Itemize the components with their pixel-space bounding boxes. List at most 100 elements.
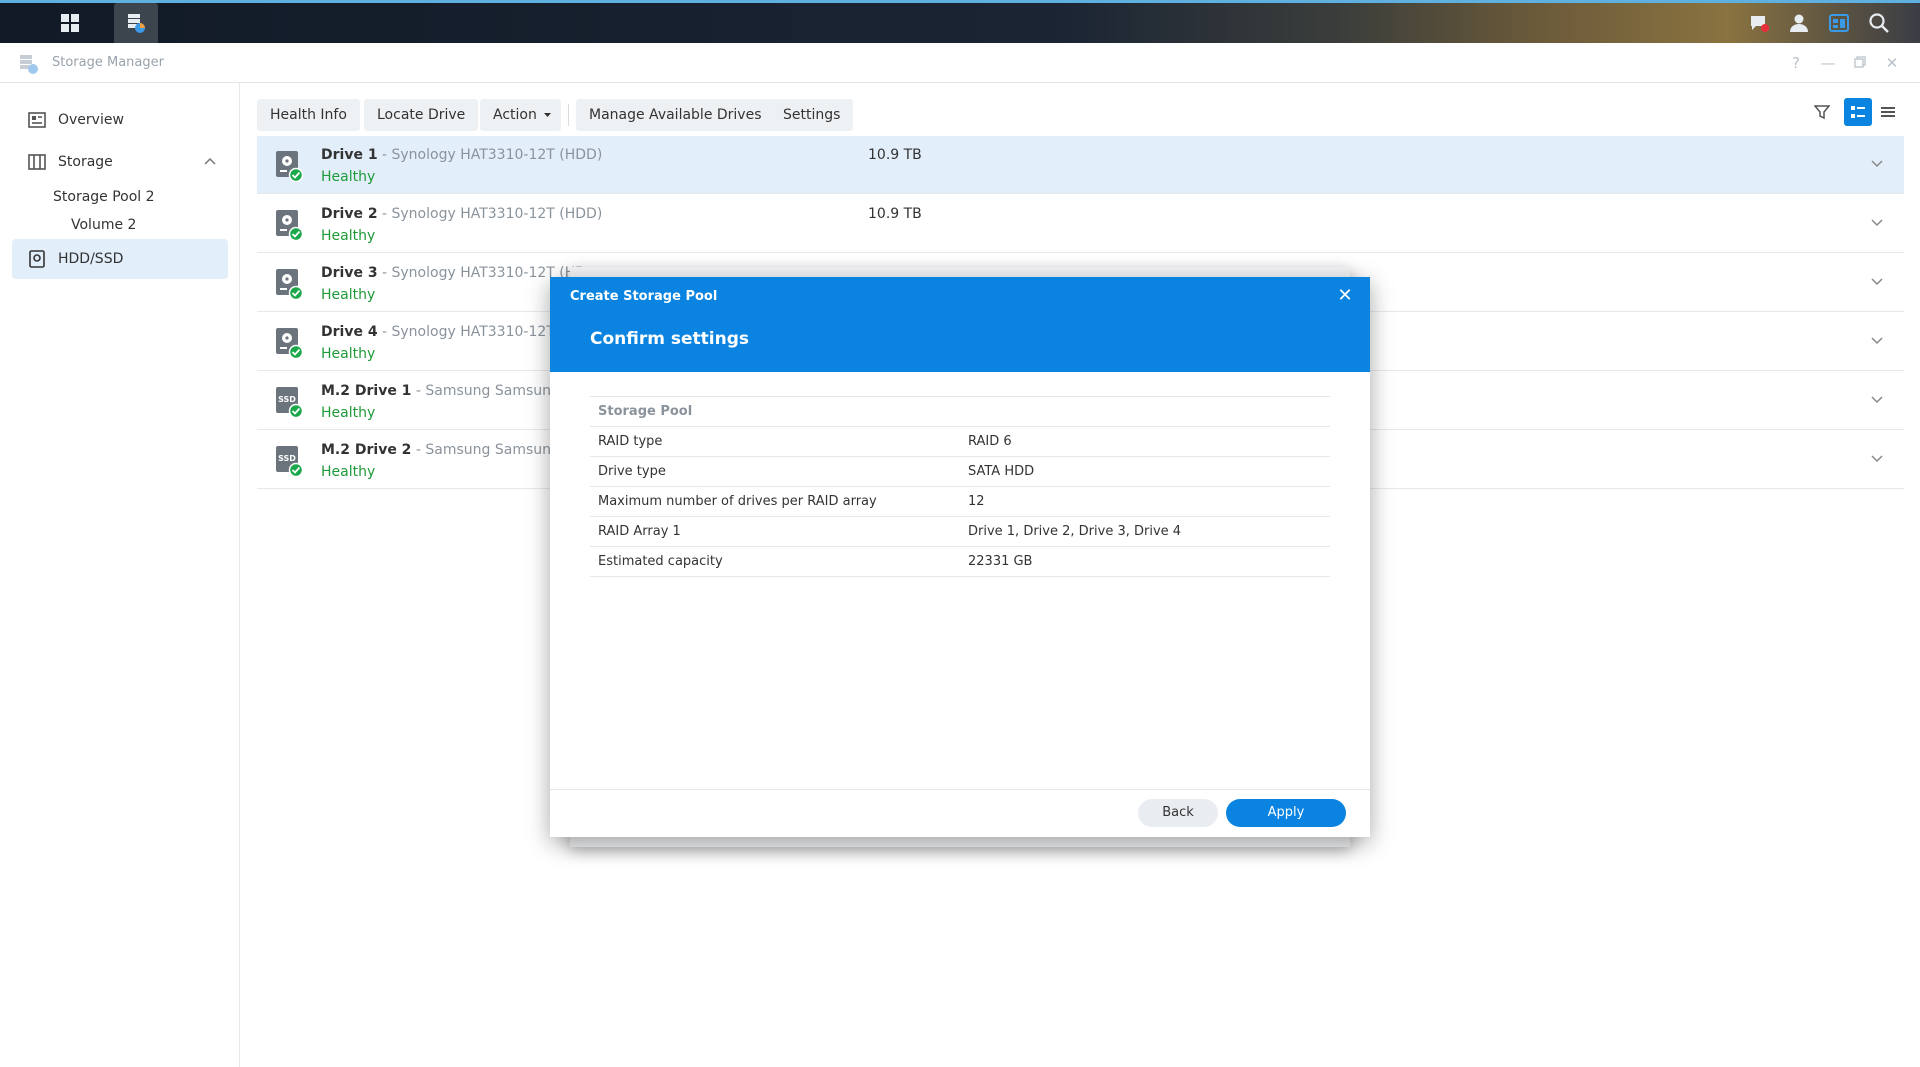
storage-manager-taskbar-button[interactable] [114, 3, 158, 43]
drive-model: - Samsung Samsung [411, 442, 559, 458]
drive-status: Healthy [321, 405, 375, 421]
table-row[interactable]: Drive 2 - Synology HAT3310-12T (HDD) Hea… [257, 195, 1904, 253]
table-row: Drive type SATA HDD [590, 457, 1330, 487]
chevron-down-icon[interactable] [1870, 274, 1884, 288]
widgets-button[interactable] [1820, 3, 1858, 43]
drive-name: Drive 3 - Synology HAT3310-12T (HD [321, 265, 586, 281]
settings-summary-table: Storage Pool RAID type RAID 6 Drive type… [590, 396, 1330, 577]
chevron-down-icon[interactable] [1870, 333, 1884, 347]
storage-manager-app-icon [18, 53, 40, 75]
caret-down-icon [544, 113, 551, 117]
hdd-healthy-icon [275, 327, 303, 359]
table-row: RAID Array 1 Drive 1, Drive 2, Drive 3, … [590, 517, 1330, 547]
user-icon [1788, 12, 1810, 34]
chevron-down-icon[interactable] [1870, 451, 1884, 465]
sidebar-item-storage-pool[interactable]: Storage Pool 2 [53, 189, 155, 205]
settings-button[interactable]: Settings [770, 99, 853, 131]
drive-status: Healthy [321, 346, 375, 362]
setting-key: RAID Array 1 [598, 524, 681, 539]
toolbar-divider [568, 104, 569, 126]
section-header-row: Storage Pool [590, 397, 1330, 427]
drive-name: M.2 Drive 1 - Samsung Samsung [321, 383, 560, 399]
svg-text:SSD: SSD [278, 454, 296, 463]
drive-name: Drive 4 - Synology HAT3310-12T ( [321, 324, 565, 340]
user-button[interactable] [1780, 3, 1818, 43]
drive-status: Healthy [321, 287, 375, 303]
drive-model: - Synology HAT3310-12T (HDD) [378, 206, 603, 222]
table-row: Estimated capacity 22331 GB [590, 547, 1330, 577]
filter-button[interactable] [1808, 98, 1836, 126]
create-storage-pool-dialog: Create Storage Pool ✕ Confirm settings S… [550, 277, 1370, 837]
drive-status: Healthy [321, 464, 375, 480]
drive-size: 10.9 TB [868, 206, 922, 222]
sidebar-item-label: Storage [58, 154, 113, 170]
list-view-button[interactable] [1874, 98, 1902, 126]
search-icon [1868, 12, 1890, 34]
grid-icon [60, 13, 80, 33]
drive-model: - Synology HAT3310-12T ( [378, 324, 565, 340]
manage-available-drives-button[interactable]: Manage Available Drives [576, 99, 775, 131]
setting-key: Estimated capacity [598, 554, 723, 569]
table-row[interactable]: Drive 1 - Synology HAT3310-12T (HDD) Hea… [257, 136, 1904, 194]
detail-list-icon [1850, 104, 1866, 120]
sidebar-item-hdd-ssd[interactable]: HDD/SSD [12, 239, 228, 279]
restore-button[interactable] [1850, 53, 1870, 73]
drive-name: Drive 1 - Synology HAT3310-12T (HDD) [321, 147, 602, 163]
storage-icon [28, 153, 46, 171]
hdd-icon [28, 250, 46, 268]
dialog-title: Create Storage Pool [570, 289, 717, 304]
list-icon [1880, 104, 1896, 120]
dialog-header: Create Storage Pool ✕ Confirm settings [550, 277, 1370, 372]
action-label: Action [493, 107, 537, 123]
svg-text:SSD: SSD [278, 395, 296, 404]
sidebar-item-volume[interactable]: Volume 2 [71, 217, 136, 233]
taskbar [0, 0, 1920, 43]
sidebar: Overview Storage Storage Pool 2 Volume 2… [0, 83, 240, 1067]
ssd-healthy-icon: SSD [275, 445, 303, 477]
close-window-button[interactable]: ✕ [1882, 53, 1902, 73]
storage-manager-icon [125, 12, 147, 34]
setting-value: Drive 1, Drive 2, Drive 3, Drive 4 [968, 524, 1181, 539]
dialog-subtitle: Confirm settings [590, 329, 749, 349]
ssd-healthy-icon: SSD [275, 386, 303, 418]
setting-value: SATA HDD [968, 464, 1034, 479]
main-menu-button[interactable] [48, 3, 92, 43]
drive-name: Drive 2 - Synology HAT3310-12T (HDD) [321, 206, 602, 222]
chevron-up-icon[interactable] [204, 157, 216, 165]
window-title: Storage Manager [52, 55, 164, 70]
drive-model: - Synology HAT3310-12T (HDD) [378, 147, 603, 163]
chat-icon [1748, 12, 1770, 34]
notifications-button[interactable] [1740, 3, 1778, 43]
hdd-healthy-icon [275, 150, 303, 182]
search-button[interactable] [1860, 3, 1898, 43]
close-icon[interactable]: ✕ [1336, 287, 1354, 305]
help-button[interactable]: ? [1786, 53, 1806, 73]
dialog-footer-divider [550, 789, 1370, 790]
setting-key: RAID type [598, 434, 662, 449]
chevron-down-icon[interactable] [1870, 392, 1884, 406]
apply-button[interactable]: Apply [1226, 799, 1346, 827]
table-row: Maximum number of drives per RAID array … [590, 487, 1330, 517]
sidebar-item-storage[interactable]: Storage [12, 142, 228, 182]
hdd-healthy-icon [275, 268, 303, 300]
back-button[interactable]: Back [1138, 799, 1218, 827]
drive-status: Healthy [321, 228, 375, 244]
setting-value: 12 [968, 494, 985, 509]
minimize-button[interactable]: — [1818, 53, 1838, 73]
chevron-down-icon[interactable] [1870, 156, 1884, 170]
health-info-button[interactable]: Health Info [257, 99, 360, 131]
overview-icon [28, 111, 46, 129]
detail-view-button[interactable] [1844, 98, 1872, 126]
window-titlebar: Storage Manager ? — ✕ [0, 43, 1920, 83]
setting-key: Drive type [598, 464, 666, 479]
setting-value: 22331 GB [968, 554, 1032, 569]
setting-value: RAID 6 [968, 434, 1012, 449]
chevron-down-icon[interactable] [1870, 215, 1884, 229]
locate-drive-button[interactable]: Locate Drive [364, 99, 478, 131]
sidebar-item-overview[interactable]: Overview [12, 100, 228, 140]
sidebar-item-label: Overview [58, 112, 124, 128]
action-dropdown-button[interactable]: Action [480, 99, 561, 131]
widgets-icon [1828, 12, 1850, 34]
restore-icon [1854, 56, 1866, 68]
section-header: Storage Pool [598, 404, 692, 419]
